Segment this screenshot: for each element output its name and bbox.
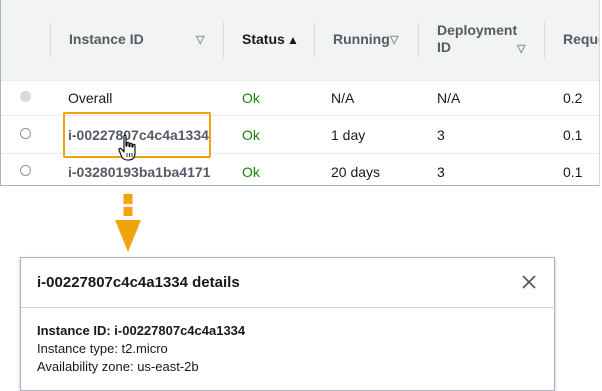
deployment-id-cell: 3 (437, 164, 445, 180)
table-header: Instance ID ▽ Status ▲ Running ▽ Deploym… (1, 0, 599, 81)
column-header-label: Instance ID (69, 31, 144, 47)
triangle-up-icon: ▲ (287, 33, 299, 47)
details-body: Instance ID: i-00227807c4c4a1334 Instanc… (37, 322, 245, 376)
hand-cursor-icon (118, 134, 136, 161)
column-header-label: Reque (563, 31, 599, 47)
column-header-status[interactable]: Status ▲ (224, 0, 315, 80)
requests-cell: 0.1 (563, 127, 583, 143)
requests-cell: 0.2 (563, 90, 583, 106)
triangle-down-icon: ▽ (390, 34, 399, 46)
triangle-down-icon: ▽ (196, 34, 205, 46)
column-header-deployment-id[interactable]: Deployment ID ▽ (419, 0, 545, 80)
row-radio[interactable] (20, 128, 31, 139)
availability-zone-text: Availability zone: us-east-2b (37, 359, 199, 374)
column-header-instance-id[interactable]: Instance ID ▽ (51, 0, 223, 80)
close-icon[interactable] (522, 275, 536, 289)
column-header-running[interactable]: Running ▽ (315, 0, 419, 80)
status-cell: Ok (242, 127, 260, 143)
deployment-id-cell: N/A (437, 90, 461, 106)
details-title: i-00227807c4c4a1334 details (37, 274, 240, 291)
instance-id-cell: Overall (68, 90, 113, 106)
instance-details-panel: i-00227807c4c4a1334 details Instance ID:… (20, 257, 555, 391)
instances-table: Instance ID ▽ Status ▲ Running ▽ Deploym… (0, 0, 600, 186)
instance-id-link[interactable]: i-03280193ba1ba4171 (68, 164, 210, 180)
down-arrow-icon (115, 194, 141, 252)
instance-type-text: Instance type: t2.micro (37, 341, 168, 356)
table-row: Overall Ok N/A N/A 0.2 (1, 80, 599, 116)
requests-cell: 0.1 (563, 164, 583, 180)
running-cell: 1 day (331, 127, 366, 143)
details-header: i-00227807c4c4a1334 details (21, 258, 554, 308)
column-header-label: Running (333, 31, 390, 47)
select-column-header (1, 0, 51, 80)
column-header-requests[interactable]: Reque (545, 0, 599, 80)
triangle-down-icon: ▽ (517, 43, 526, 55)
running-cell: N/A (331, 90, 355, 106)
row-radio (20, 91, 31, 102)
row-radio[interactable] (20, 165, 31, 176)
running-cell: 20 days (331, 164, 381, 180)
deployment-id-cell: 3 (437, 127, 445, 143)
instance-id-text: Instance ID: i-00227807c4c4a1334 (37, 323, 246, 338)
table-row: i-03280193ba1ba4171 Ok 20 days 3 0.1 (1, 154, 599, 185)
status-cell: Ok (242, 90, 260, 106)
column-header-label: Deployment ID (437, 22, 518, 55)
column-header-label: Status (242, 31, 285, 47)
status-cell: Ok (242, 164, 260, 180)
